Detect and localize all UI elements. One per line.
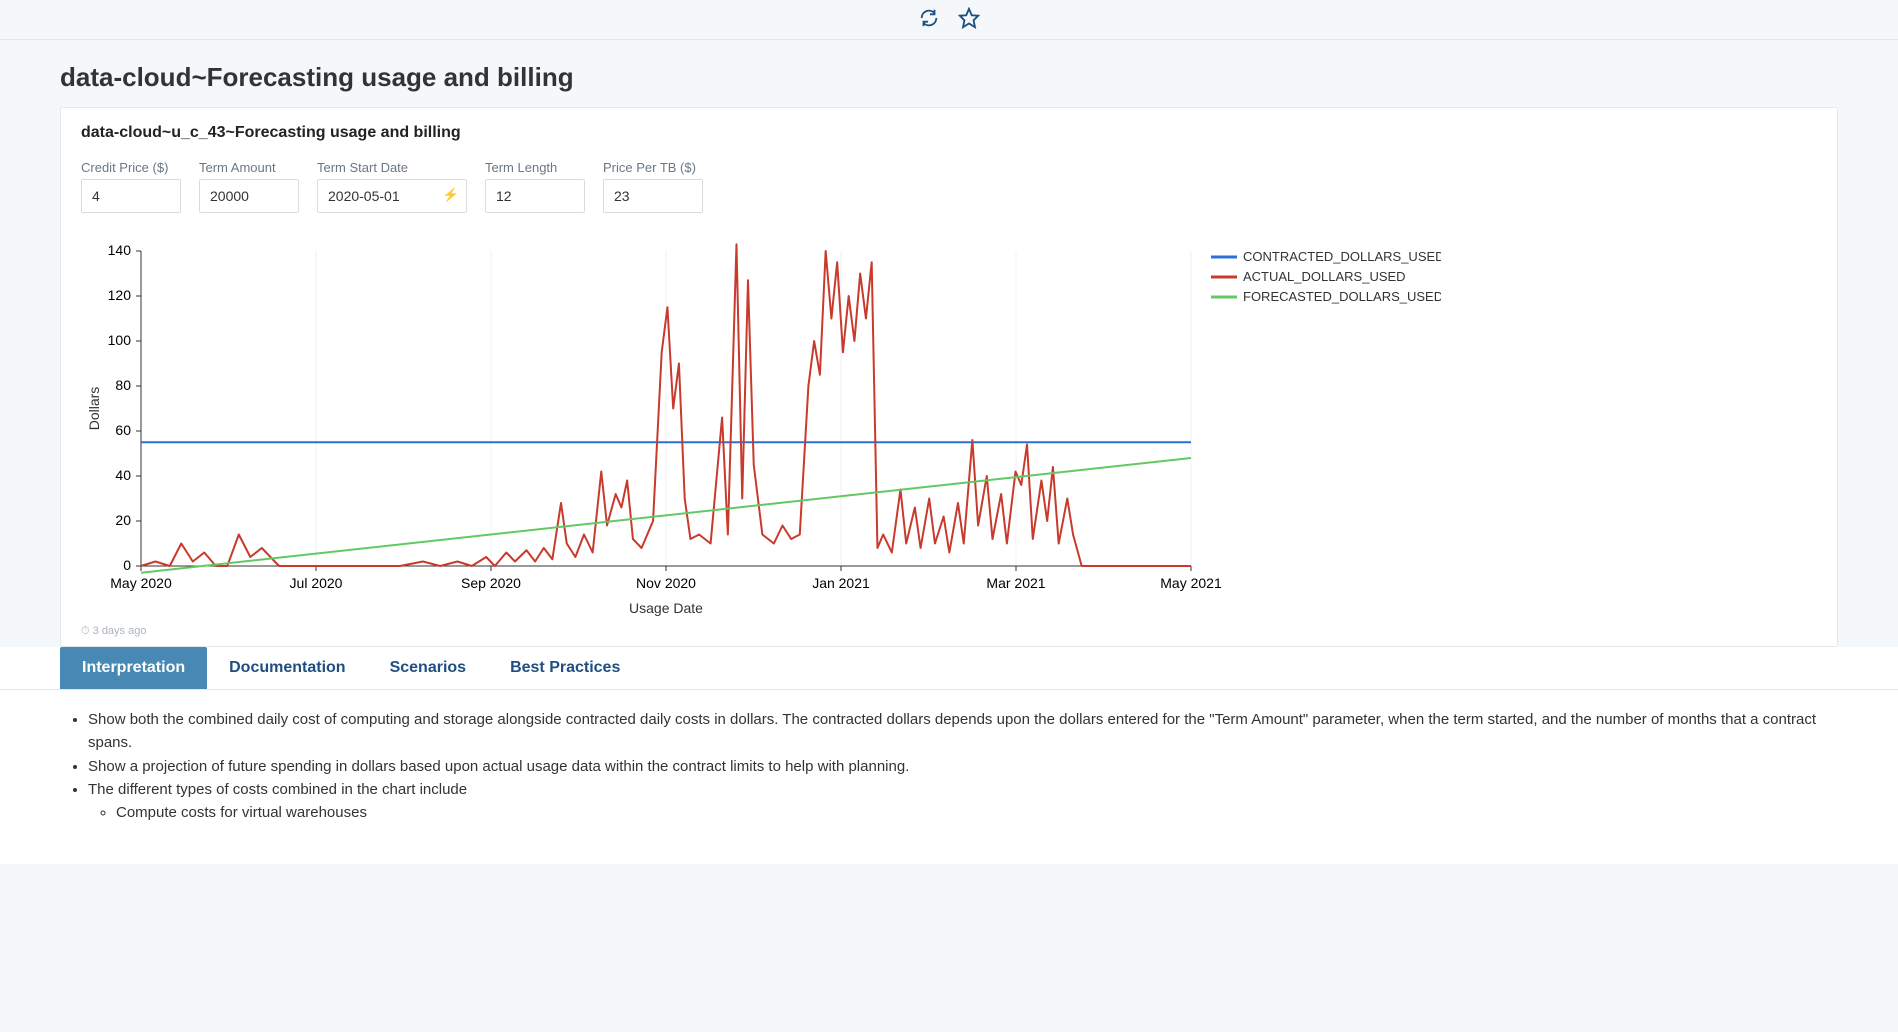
legend-label: ACTUAL_DOLLARS_USED	[1243, 269, 1406, 284]
y-tick-label: 40	[115, 467, 131, 483]
y-tick-label: 20	[115, 512, 131, 528]
tabs: InterpretationDocumentationScenariosBest…	[0, 647, 1898, 690]
x-axis-label: Usage Date	[629, 600, 703, 616]
y-tick-label: 60	[115, 422, 131, 438]
x-tick-label: Jan 2021	[812, 575, 870, 591]
param-term-amount: Term Amount	[199, 160, 299, 213]
refresh-icon[interactable]	[918, 7, 940, 32]
chart-area: 0 20 40 60 80 100 120 140 Dollars May 2020 Jul 202…	[81, 231, 1817, 621]
tab-content-interpretation: Show both the combined daily cost of com…	[0, 690, 1898, 864]
topbar	[0, 0, 1898, 40]
meta-timestamp: ⏱ 3 days ago	[81, 625, 1817, 638]
param-credit-price: Credit Price ($)	[81, 160, 181, 213]
x-tick-label: Nov 2020	[636, 575, 696, 591]
term-amount-input[interactable]	[199, 179, 299, 213]
tab-interpretation[interactable]: Interpretation	[60, 647, 207, 689]
lightning-icon[interactable]: ⚡	[443, 187, 459, 203]
line-chart: 0 20 40 60 80 100 120 140 Dollars May 2020 Jul 202…	[81, 241, 1441, 621]
credit-price-input[interactable]	[81, 179, 181, 213]
parameter-row: Credit Price ($) Term Amount Term Start …	[81, 160, 1817, 213]
y-tick-label: 100	[108, 332, 132, 348]
param-label: Term Amount	[199, 160, 299, 175]
tab-documentation[interactable]: Documentation	[207, 647, 367, 689]
card: data-cloud~u_c_43~Forecasting usage and …	[60, 107, 1838, 647]
legend-label: CONTRACTED_DOLLARS_USED	[1243, 249, 1441, 264]
param-term-start-date: Term Start Date ⚡	[317, 160, 467, 213]
y-axis-label: Dollars	[86, 387, 102, 431]
star-icon[interactable]	[958, 7, 980, 32]
interpretation-bullet: Show a projection of future spending in …	[88, 755, 1838, 778]
interpretation-sub-bullet: Compute costs for virtual warehouses	[116, 801, 1838, 824]
x-tick-label: Jul 2020	[290, 575, 343, 591]
x-tick-label: May 2020	[110, 575, 172, 591]
page-title: data-cloud~Forecasting usage and billing	[60, 62, 1838, 93]
param-label: Term Length	[485, 160, 585, 175]
tab-best-practices[interactable]: Best Practices	[488, 647, 642, 689]
param-label: Credit Price ($)	[81, 160, 181, 175]
y-tick-label: 80	[115, 377, 131, 393]
interpretation-bullet: The different types of costs combined in…	[88, 778, 1838, 825]
y-tick-label: 0	[123, 557, 131, 573]
y-tick-label: 140	[108, 242, 132, 258]
sub-title: data-cloud~u_c_43~Forecasting usage and …	[81, 124, 1817, 142]
legend: CONTRACTED_DOLLARS_USED ACTUAL_DOLLARS_US…	[1211, 249, 1441, 304]
param-label: Price Per TB ($)	[603, 160, 703, 175]
term-length-input[interactable]	[485, 179, 585, 213]
price-per-tb-input[interactable]	[603, 179, 703, 213]
interpretation-bullet: Show both the combined daily cost of com…	[88, 708, 1838, 755]
y-tick-label: 120	[108, 287, 132, 303]
tab-scenarios[interactable]: Scenarios	[368, 647, 488, 689]
legend-label: FORECASTED_DOLLARS_USED	[1243, 289, 1441, 304]
param-label: Term Start Date	[317, 160, 467, 175]
param-term-length: Term Length	[485, 160, 585, 213]
x-tick-label: Sep 2020	[461, 575, 521, 591]
x-tick-label: May 2021	[1160, 575, 1222, 591]
param-price-per-tb: Price Per TB ($)	[603, 160, 703, 213]
x-tick-label: Mar 2021	[986, 575, 1045, 591]
